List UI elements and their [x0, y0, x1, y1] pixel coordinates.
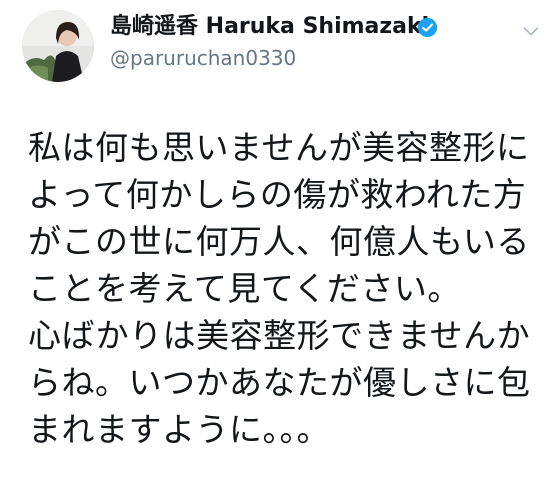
- tweet-line: 心ばかりは美容整形できませんか: [28, 316, 531, 355]
- tweet-line: 私は何も思いませんが美容整形に: [28, 128, 530, 167]
- verified-icon: [417, 17, 438, 38]
- tweet-line: らね。いつかあなたが優しさに包: [28, 363, 531, 402]
- tweet-line: がこの世に何万人、何億人もいる: [28, 222, 530, 261]
- tweet-text: 私は何も思いませんが美容整形に よって何かしらの傷が救われた方 がこの世に何万人…: [28, 124, 543, 453]
- chevron-down-icon[interactable]: [520, 20, 542, 42]
- avatar[interactable]: [22, 10, 94, 82]
- tweet-line: ことを考えて見てください。: [28, 269, 461, 308]
- profile-photo-icon: [22, 10, 94, 82]
- user-handle[interactable]: @paruruchan0330: [110, 44, 296, 72]
- tweet-line: まれますように。。。: [28, 410, 330, 449]
- tweet-line: よって何かしらの傷が救われた方: [28, 175, 527, 214]
- tweet-card: 島崎遥香 Haruka Shimazaki @paruruchan0330 私は…: [0, 0, 551, 483]
- display-name[interactable]: 島崎遥香 Haruka Shimazaki: [110, 12, 429, 42]
